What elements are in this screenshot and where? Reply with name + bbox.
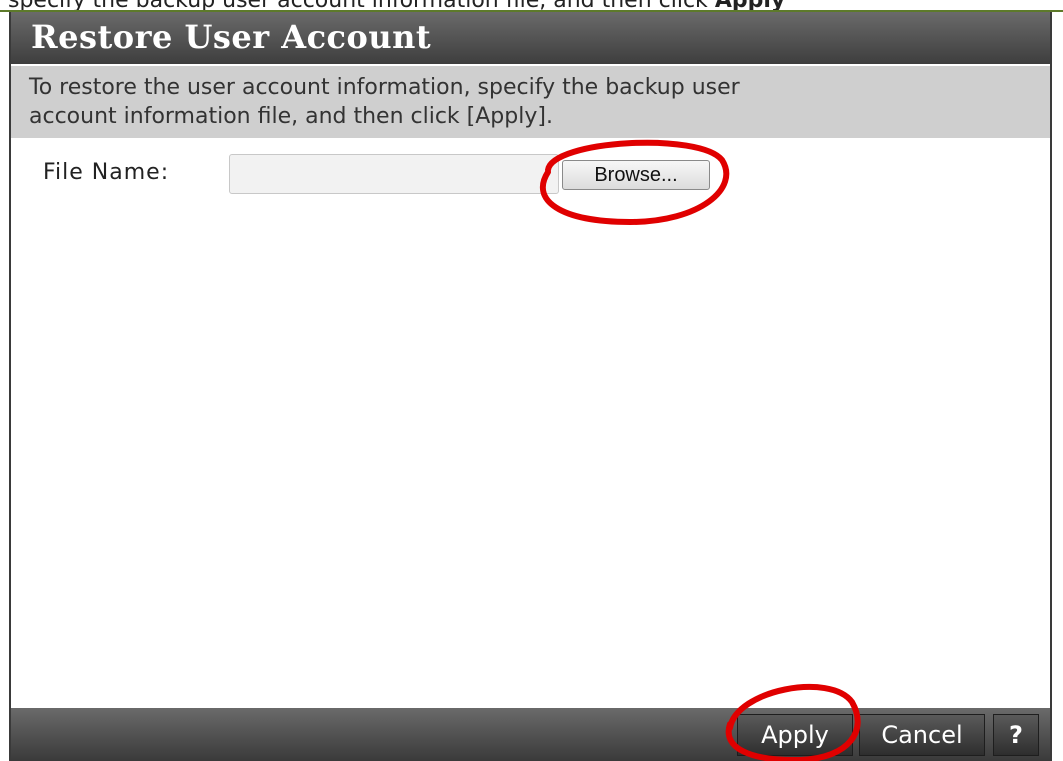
dialog-footer: Apply Cancel ? — [11, 708, 1050, 761]
help-icon: ? — [1009, 721, 1023, 749]
dialog-title-bar: Restore User Account — [11, 12, 1050, 64]
browse-button[interactable]: Browse... — [562, 160, 710, 190]
instruction-text: To restore the user account information,… — [11, 66, 1050, 138]
help-button[interactable]: ? — [993, 714, 1039, 756]
dialog-title: Restore User Account — [31, 18, 432, 56]
apply-button[interactable]: Apply — [737, 714, 853, 756]
file-name-label: File Name: — [43, 160, 170, 185]
restore-user-account-dialog: Restore User Account To restore the user… — [9, 12, 1052, 761]
page: specify the backup user account informat… — [0, 0, 1063, 761]
file-name-field[interactable] — [229, 154, 559, 194]
cancel-button[interactable]: Cancel — [859, 714, 985, 756]
file-name-row: File Name: Browse... — [11, 154, 1050, 204]
cropped-caption: specify the backup user account informat… — [0, 0, 1063, 12]
